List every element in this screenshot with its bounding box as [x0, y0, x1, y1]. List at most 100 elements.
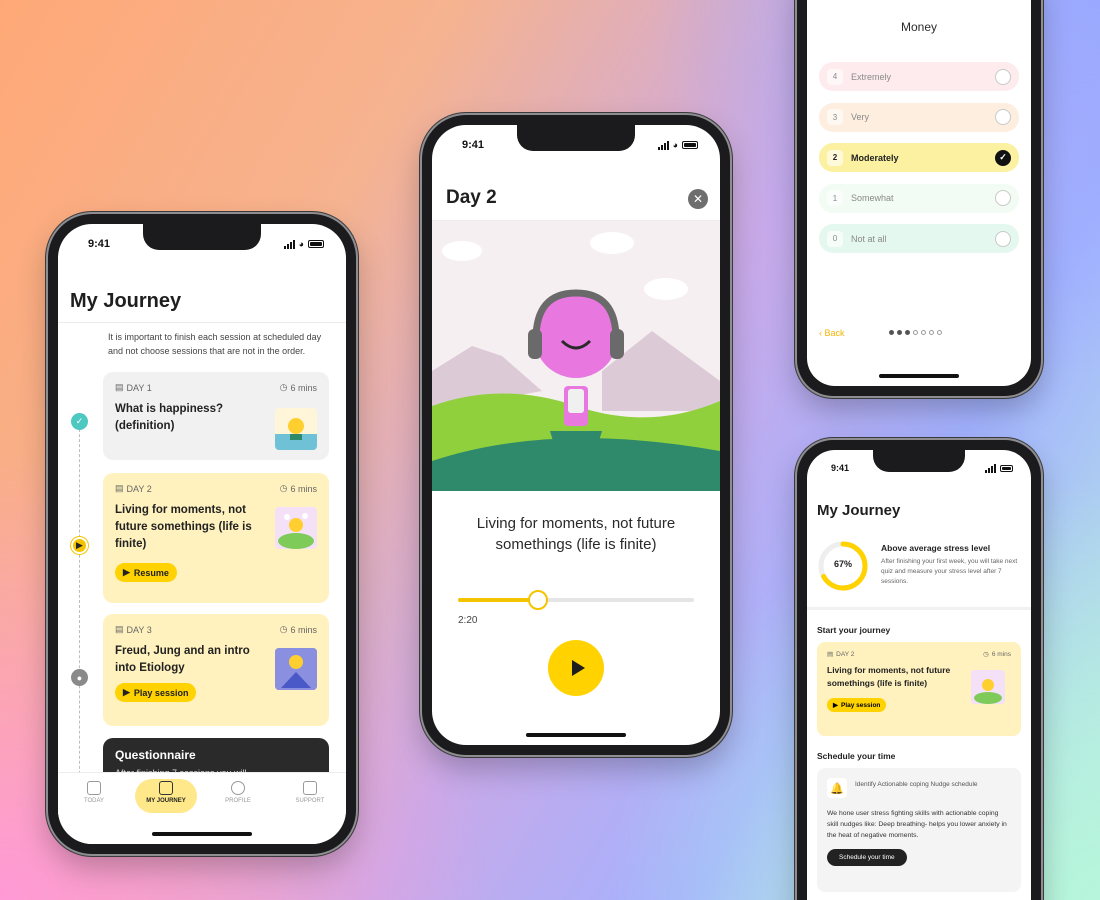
notch: [143, 224, 261, 250]
schedule-heading: Schedule your time: [817, 751, 896, 761]
session-day: DAY 3: [126, 624, 152, 635]
radio-icon[interactable]: [995, 190, 1011, 206]
home-indicator: [879, 374, 959, 378]
player-title: Day 2: [446, 187, 497, 208]
tab-my-journey[interactable]: MY JOURNEY: [135, 779, 197, 813]
page-dot: [937, 330, 942, 335]
intro-text: It is important to finish each session a…: [108, 332, 322, 356]
clock-icon: ◷: [279, 624, 288, 634]
quiz-option[interactable]: 1 Somewhat: [819, 183, 1019, 213]
session-card-day-2[interactable]: ▤ DAY 2 ◷ 6 mins Living for moments, not f…: [817, 642, 1021, 736]
close-icon[interactable]: ✕: [688, 189, 708, 209]
wifi-icon: ◕: [672, 140, 678, 150]
session-day: DAY 2: [126, 483, 152, 494]
resume-button[interactable]: ▶ Resume: [115, 563, 177, 582]
radio-icon[interactable]: [995, 230, 1011, 247]
home-indicator: [526, 733, 626, 737]
tab-label: TODAY: [83, 798, 105, 804]
notch: [873, 450, 965, 472]
radio-icon[interactable]: [995, 68, 1011, 85]
quiz-option[interactable]: 2 Moderately ✓: [819, 143, 1019, 172]
home-indicator: [152, 832, 252, 836]
page-dot: [889, 330, 894, 335]
meditation-illustration: [432, 221, 720, 491]
overview-screen: 9:41 My Journey 67% Above average stress…: [807, 450, 1031, 900]
session-title: Living for moments, not future something…: [827, 665, 951, 688]
quiz-title: Money: [900, 20, 938, 34]
schedule-text: We hone user stress fighting skills with…: [827, 810, 1007, 839]
wifi-icon: ◕: [298, 239, 304, 249]
stress-text: After finishing your first week, you wil…: [881, 558, 1018, 585]
calendar-icon: ▤: [115, 624, 124, 634]
schedule-card: 🔔 Identify Actionable coping Nudge sched…: [817, 768, 1021, 892]
play-button[interactable]: [548, 640, 604, 696]
option-label: Moderately: [851, 152, 899, 163]
phone-overview: 9:41 My Journey 67% Above average stress…: [797, 440, 1041, 900]
quiz-option[interactable]: 4 Extremely: [819, 62, 1019, 91]
calendar-icon: [87, 781, 101, 795]
session-card-day-1[interactable]: ▤ DAY 1 ◷ 6 mins What is happiness? (defin…: [103, 372, 329, 460]
clock-icon: ◷: [279, 382, 288, 392]
clock-icon: ◷: [983, 651, 989, 658]
signal-icon: [657, 140, 669, 150]
progress-fill: [458, 598, 539, 602]
option-label: Not at all: [851, 233, 887, 244]
session-day: DAY 1: [126, 382, 152, 393]
schedule-button[interactable]: Schedule your time: [827, 849, 907, 866]
session-title: Freud, Jung and an intro into Etiology: [115, 645, 250, 674]
bell-icon: 🔔: [827, 778, 847, 798]
option-label: Extremely: [851, 71, 892, 82]
page-title: My Journey: [70, 290, 182, 312]
option-number: 3: [827, 109, 843, 125]
quiz-option[interactable]: 3 Very: [819, 102, 1019, 132]
session-thumbnail: [275, 408, 317, 450]
session-duration: 6 mins: [290, 624, 317, 635]
session-duration: 6 mins: [290, 483, 317, 494]
signal-icon: [985, 463, 996, 473]
battery-icon: [308, 240, 324, 248]
quiz-screen: Money 4 Extremely 3 Very 2 Moderately ✓ 1 Somewh…: [807, 0, 1031, 386]
page-dot: [905, 330, 910, 335]
notch: [517, 125, 635, 151]
status-time: 9:41: [88, 238, 111, 250]
play-icon: [571, 660, 585, 676]
slider-handle[interactable]: [528, 590, 549, 610]
session-thumbnail: [971, 670, 1005, 704]
session-day: DAY 2: [836, 650, 855, 658]
status-time: 9:41: [462, 139, 485, 151]
calendar-icon: ▤: [115, 382, 124, 392]
checkmark-icon[interactable]: ✓: [995, 149, 1011, 166]
session-thumbnail: [275, 648, 317, 690]
play-marker-icon: ▶: [71, 537, 88, 554]
page-dot: [929, 330, 934, 335]
quiz-option[interactable]: 0 Not at all: [819, 224, 1019, 253]
play-icon: ▶: [123, 687, 130, 697]
page-dot: [921, 330, 926, 335]
tab-label: SUPPORT: [295, 798, 325, 804]
divider: [58, 322, 346, 323]
play-session-button[interactable]: ▶ Play session: [827, 698, 887, 712]
session-card-day-3[interactable]: ▤ DAY 3 ◷ 6 mins Freud, Jung and an intro …: [103, 614, 329, 726]
play-icon: ▶: [123, 567, 130, 577]
tab-today[interactable]: TODAY: [63, 779, 125, 813]
back-label: Back: [824, 328, 845, 338]
battery-icon: [1000, 464, 1013, 472]
page-dot: [913, 330, 918, 335]
tab-profile[interactable]: PROFILE: [207, 779, 269, 813]
session-card-day-2[interactable]: ▤ DAY 2 ◷ 6 mins Living for moments, not f…: [103, 473, 329, 603]
play-session-button[interactable]: ▶ Play session: [115, 683, 197, 702]
session-title: What is happiness? (definition): [115, 403, 223, 432]
stress-percent: 67%: [833, 559, 852, 569]
back-button[interactable]: ‹ Back: [819, 328, 845, 338]
radio-icon[interactable]: [995, 109, 1011, 125]
page-dot: [897, 330, 902, 335]
check-icon: ✓: [71, 413, 88, 430]
page-title: My Journey: [817, 502, 901, 519]
lock-icon: ●: [71, 669, 88, 686]
tab-label: MY JOURNEY: [146, 798, 186, 804]
progress-slider[interactable]: [458, 590, 694, 610]
tab-support[interactable]: SUPPORT: [279, 779, 341, 813]
journey-icon: [159, 781, 173, 795]
divider: [807, 607, 1031, 610]
calendar-icon: ▤: [827, 651, 834, 658]
